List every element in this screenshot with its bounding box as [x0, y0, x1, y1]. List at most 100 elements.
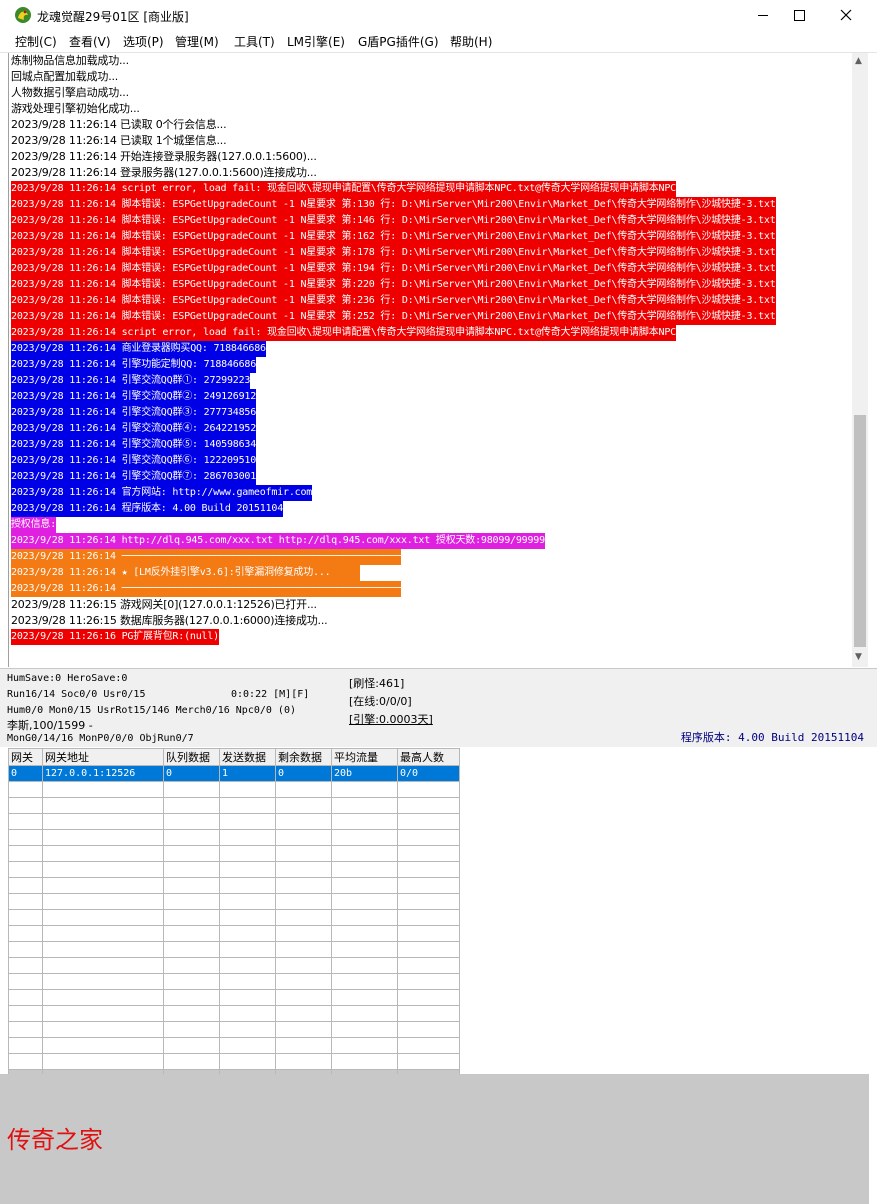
empty-row	[8, 1021, 460, 1038]
empty-cell	[163, 1037, 220, 1054]
log-line: 2023/9/28 11:26:14 引擎交流QQ群⑦: 286703001	[11, 469, 256, 485]
menu-help[interactable]: 帮助(H)	[450, 33, 492, 50]
table-row[interactable]: 0 127.0.0.1:12526 0 1 0 20b 0/0	[8, 765, 460, 782]
empty-cell	[8, 925, 43, 942]
scroll-up-icon[interactable]: ▲	[855, 56, 862, 66]
table-cell: 0	[275, 765, 332, 782]
empty-row	[8, 893, 460, 910]
close-icon	[840, 9, 852, 21]
empty-cell	[397, 781, 460, 798]
empty-row	[8, 877, 460, 894]
empty-cell	[42, 861, 164, 878]
empty-cell	[331, 1021, 398, 1038]
empty-cell	[163, 989, 220, 1006]
empty-cell	[397, 1053, 460, 1070]
empty-cell	[8, 957, 43, 974]
empty-cell	[275, 829, 332, 846]
monster-status: MonG0/14/16 MonP0/0/0 ObjRun0/7	[7, 733, 194, 744]
run-status: Run16/14 Soc0/0 Usr0/15	[7, 689, 146, 700]
empty-cell	[219, 1005, 276, 1022]
scroll-down-icon[interactable]: ▼	[855, 652, 862, 662]
menu-lm-engine[interactable]: LM引擎(E)	[287, 33, 345, 50]
empty-row	[8, 989, 460, 1006]
empty-cell	[275, 925, 332, 942]
empty-cell	[397, 909, 460, 926]
empty-cell	[275, 797, 332, 814]
empty-row	[8, 797, 460, 814]
empty-row	[8, 781, 460, 798]
column-header[interactable]: 剩余数据	[275, 748, 332, 766]
empty-cell	[42, 989, 164, 1006]
object-status: Hum0/0 Mon0/15 UsrRot15/146 Merch0/16 Np…	[7, 705, 296, 716]
empty-cell	[8, 1037, 43, 1054]
log-line: 游戏处理引擎初始化成功...	[11, 102, 140, 115]
empty-cell	[331, 1053, 398, 1070]
empty-cell	[275, 893, 332, 910]
empty-cell	[275, 781, 332, 798]
program-version: 程序版本: 4.00 Build 20151104	[680, 731, 864, 744]
empty-cell	[219, 957, 276, 974]
log-line: 2023/9/28 11:26:16 PG扩展背包R:(null)	[11, 629, 219, 645]
empty-cell	[8, 877, 43, 894]
empty-cell	[219, 813, 276, 830]
empty-cell	[331, 893, 398, 910]
empty-cell	[163, 925, 220, 942]
gateway-table[interactable]: 网关 网关地址 队列数据 发送数据 剩余数据 平均流量 最高人数 0 127.0.0.1:12…	[8, 748, 460, 1105]
empty-cell	[219, 909, 276, 926]
column-header[interactable]: 平均流量	[331, 748, 398, 766]
empty-row	[8, 861, 460, 878]
empty-cell	[219, 925, 276, 942]
scroll-thumb[interactable]	[854, 415, 866, 647]
table-cell: 20b	[331, 765, 398, 782]
empty-cell	[331, 909, 398, 926]
log-line: 2023/9/28 11:26:14 已读取 0个行会信息...	[11, 118, 227, 131]
column-header[interactable]: 最高人数	[397, 748, 460, 766]
log-line: 2023/9/28 11:26:14 脚本错误: ESPGetUpgradeCo…	[11, 277, 776, 293]
empty-cell	[8, 989, 43, 1006]
empty-cell	[275, 941, 332, 958]
empty-cell	[8, 893, 43, 910]
empty-cell	[331, 829, 398, 846]
maximize-button[interactable]	[776, 0, 822, 31]
log-line: 2023/9/28 11:26:14 ─────────────────────…	[11, 581, 401, 597]
log-line: 2023/9/28 11:26:14 脚本错误: ESPGetUpgradeCo…	[11, 245, 776, 261]
column-header[interactable]: 网关	[8, 748, 43, 766]
empty-cell	[219, 797, 276, 814]
empty-cell	[397, 957, 460, 974]
menu-control[interactable]: 控制(C)	[15, 33, 57, 50]
empty-cell	[42, 909, 164, 926]
empty-cell	[42, 973, 164, 990]
close-button[interactable]	[822, 0, 868, 31]
log-line: 2023/9/28 11:26:14 script error, load fa…	[11, 325, 676, 341]
empty-row	[8, 909, 460, 926]
empty-cell	[397, 813, 460, 830]
server-log[interactable]: 炼制物品信息加载成功... 回城点配置加载成功... 人物数据引擎启动成功... 游戏…	[8, 53, 853, 667]
engine-days-label: [引擎:0.0003天]	[349, 713, 433, 726]
menu-view[interactable]: 查看(V)	[69, 33, 111, 50]
empty-cell	[275, 813, 332, 830]
empty-cell	[219, 989, 276, 1006]
menu-tools[interactable]: 工具(T)	[234, 33, 275, 50]
column-header[interactable]: 网关地址	[42, 748, 164, 766]
log-line: 2023/9/28 11:26:14 引擎交流QQ群③: 277734856	[11, 405, 256, 421]
empty-cell	[8, 845, 43, 862]
empty-cell	[163, 813, 220, 830]
menu-options[interactable]: 选项(P)	[123, 33, 164, 50]
last-player-status: 李斯,100/1599 -	[7, 719, 93, 732]
log-line: 2023/9/28 11:26:14 脚本错误: ESPGetUpgradeCo…	[11, 213, 776, 229]
watermark-text: 传奇之家	[7, 1126, 103, 1154]
menu-manage[interactable]: 管理(M)	[175, 33, 219, 50]
log-line: 2023/9/28 11:26:14 http://dlq.945.com/xx…	[11, 533, 545, 549]
empty-cell	[397, 1005, 460, 1022]
log-line: 2023/9/28 11:26:14 程序版本: 4.00 Build 2015…	[11, 501, 283, 517]
log-scrollbar[interactable]: ▲ ▼	[852, 53, 868, 667]
empty-cell	[275, 845, 332, 862]
empty-cell	[331, 957, 398, 974]
empty-cell	[8, 781, 43, 798]
column-header[interactable]: 队列数据	[163, 748, 220, 766]
empty-row	[8, 845, 460, 862]
empty-cell	[42, 893, 164, 910]
empty-cell	[331, 861, 398, 878]
menu-g-shield[interactable]: G盾PG插件(G)	[358, 33, 439, 50]
column-header[interactable]: 发送数据	[219, 748, 276, 766]
